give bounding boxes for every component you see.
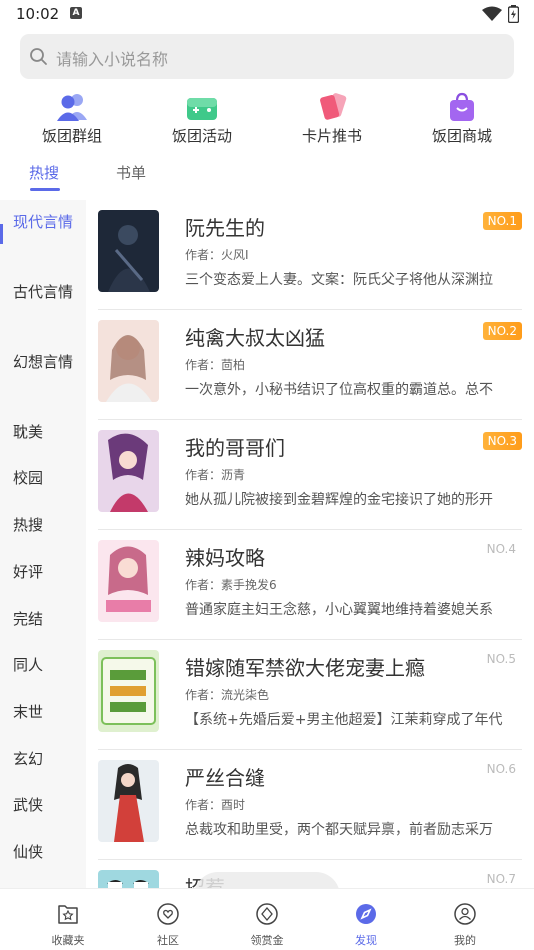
nav-profile[interactable]: 我的 (415, 889, 515, 950)
rank-label: NO.7 (486, 872, 516, 886)
book-cover (98, 760, 159, 842)
book-title: 我的哥哥们 (185, 436, 285, 460)
book-author: 作者：火风I (185, 248, 249, 262)
battery-icon (508, 5, 519, 23)
nav-reward[interactable]: 领赏金 (217, 889, 317, 950)
category-modern-romance[interactable]: 现代言情 (13, 211, 79, 234)
quick-nav-label: 卡片推书 (301, 127, 362, 145)
book-item[interactable]: 我的哥哥们 作者：沥青 她从孤儿院被接到金碧辉煌的金宅接识了她的形开 NO.3 (86, 420, 534, 530)
shop-bag-icon (450, 92, 474, 121)
book-cover (98, 540, 159, 622)
book-description: 【系统+先婚后爱+男主他超爱】江茉莉穿成了年代 (185, 712, 503, 728)
search-icon (30, 48, 47, 65)
book-cover (98, 210, 159, 292)
nav-label: 收藏夹 (51, 934, 85, 947)
quick-nav-label: 饭团群组 (41, 127, 102, 145)
nav-label: 社区 (157, 934, 179, 947)
category-apocalypse[interactable]: 末世 (13, 701, 79, 724)
book-description: 三个变态爱上人妻。文案：阮氏父子将他从深渊拉 (185, 272, 493, 288)
active-tab-indicator (30, 188, 60, 191)
book-item[interactable]: 阮先生的 作者：火风I 三个变态爱上人妻。文案：阮氏父子将他从深渊拉 NO.1 (86, 200, 534, 310)
wifi-icon (482, 6, 502, 21)
rank-label: NO.4 (486, 542, 516, 556)
category-wuxia[interactable]: 武侠 (13, 794, 79, 817)
book-item[interactable]: 辣妈攻略 作者：素手挽发6 普通家庭主妇王念慈，小心翼翼地维持着婆媳关系 NO.… (86, 530, 534, 640)
status-time: 10:02 (16, 5, 60, 23)
book-description: 总裁攻和助里受，两个都天赋异禀，前者励志采万 (185, 822, 493, 838)
nav-community[interactable]: 社区 (118, 889, 218, 950)
profile-icon (454, 903, 476, 925)
book-description: 普通家庭主妇王念慈，小心翼翼地维持着婆媳关系 (185, 602, 493, 618)
nav-discover[interactable]: 发现 (316, 889, 416, 950)
book-item[interactable]: 错嫁随军禁欲大佬宠妻上瘾 作者：流光柒色 【系统+先婚后爱+男主他超爱】江茉莉穿… (86, 640, 534, 750)
book-author: 作者：沥青 (185, 468, 246, 482)
nav-label: 发现 (355, 934, 377, 947)
book-title: 辣妈攻略 (185, 546, 265, 570)
book-description: 她从孤儿院被接到金碧辉煌的金宅接识了她的形开 (185, 492, 493, 508)
category-finished[interactable]: 完结 (13, 608, 79, 631)
book-item[interactable]: 严丝合缝 作者：酉时 总裁攻和助里受，两个都天赋异禀，前者励志采万 NO.6 (86, 750, 534, 860)
category-rated[interactable]: 好评 (13, 561, 79, 584)
book-cover (98, 320, 159, 402)
bottom-nav: 收藏夹 社区 领赏金 发现 我的 (0, 888, 534, 950)
bookmark-star-icon (58, 905, 78, 924)
category-fanfic[interactable]: 同人 (13, 654, 79, 677)
rank-label: NO.6 (486, 762, 516, 776)
book-item[interactable]: 纯禽大叔太凶猛 作者：茴柏 一次意外，小秘书结识了位高权重的霸道总。总不 NO.… (86, 310, 534, 420)
search-bar[interactable]: 请输入小说名称 (20, 34, 514, 79)
category-sidebar: 现代言情 古代言情 幻想言情 耽美 校园 热搜 好评 完结 同人 末世 玄幻 武… (0, 200, 86, 890)
book-title: 严丝合缝 (185, 766, 265, 790)
tab-booklist[interactable]: 书单 (116, 162, 146, 183)
quick-nav-activity[interactable]: 饭团活动 (137, 88, 267, 150)
tab-hot-search[interactable]: 热搜 (29, 162, 59, 183)
book-title: 阮先生的 (185, 216, 265, 240)
book-cover (98, 430, 159, 512)
book-author: 作者：素手挽发6 (185, 578, 277, 592)
notification-a-icon: A (70, 7, 82, 19)
group-icon (57, 94, 87, 121)
category-xuanhuan[interactable]: 玄幻 (13, 748, 79, 771)
search-placeholder: 请输入小说名称 (56, 50, 169, 69)
category-danmei[interactable]: 耽美 (13, 421, 79, 444)
book-author: 作者：流光柒色 (185, 688, 270, 702)
book-title: 错嫁随军禁欲大佬宠妻上瘾 (185, 656, 425, 680)
category-ancient-romance[interactable]: 古代言情 (13, 281, 79, 304)
book-cover (98, 650, 159, 732)
rank-badge: NO.1 (482, 212, 522, 230)
reward-coin-icon (256, 903, 278, 925)
rank-label: NO.5 (486, 652, 516, 666)
active-category-indicator (0, 224, 3, 244)
quick-nav-cards[interactable]: 卡片推书 (267, 88, 397, 150)
nav-label: 我的 (454, 934, 476, 947)
book-author: 作者：茴柏 (185, 358, 246, 372)
category-hot[interactable]: 热搜 (13, 514, 79, 537)
category-xianxia[interactable]: 仙侠 (13, 841, 79, 864)
category-fantasy-romance[interactable]: 幻想言情 (13, 351, 79, 374)
nav-favorites[interactable]: 收藏夹 (18, 889, 118, 950)
status-bar: 10:02 A (0, 0, 534, 28)
cards-icon (320, 93, 347, 120)
rank-badge: NO.3 (482, 432, 522, 450)
quick-nav-group[interactable]: 饭团群组 (7, 88, 137, 150)
tab-bar: 热搜 书单 (0, 158, 534, 198)
category-campus[interactable]: 校园 (13, 467, 79, 490)
book-description: 一次意外，小秘书结识了位高权重的霸道总。总不 (185, 382, 493, 398)
quick-nav: 饭团群组 饭团活动 卡片推书 饭团商城 (0, 88, 534, 150)
quick-nav-label: 饭团商城 (431, 127, 492, 145)
activity-icon (187, 98, 217, 120)
discover-compass-icon (356, 904, 376, 924)
quick-nav-label: 饭团活动 (171, 127, 232, 145)
community-heart-icon (157, 903, 179, 925)
quick-nav-shop[interactable]: 饭团商城 (397, 88, 527, 150)
rank-badge: NO.2 (482, 322, 522, 340)
nav-label: 领赏金 (250, 934, 284, 947)
book-title: 纯禽大叔太凶猛 (185, 326, 325, 350)
book-author: 作者：酉时 (185, 798, 246, 812)
